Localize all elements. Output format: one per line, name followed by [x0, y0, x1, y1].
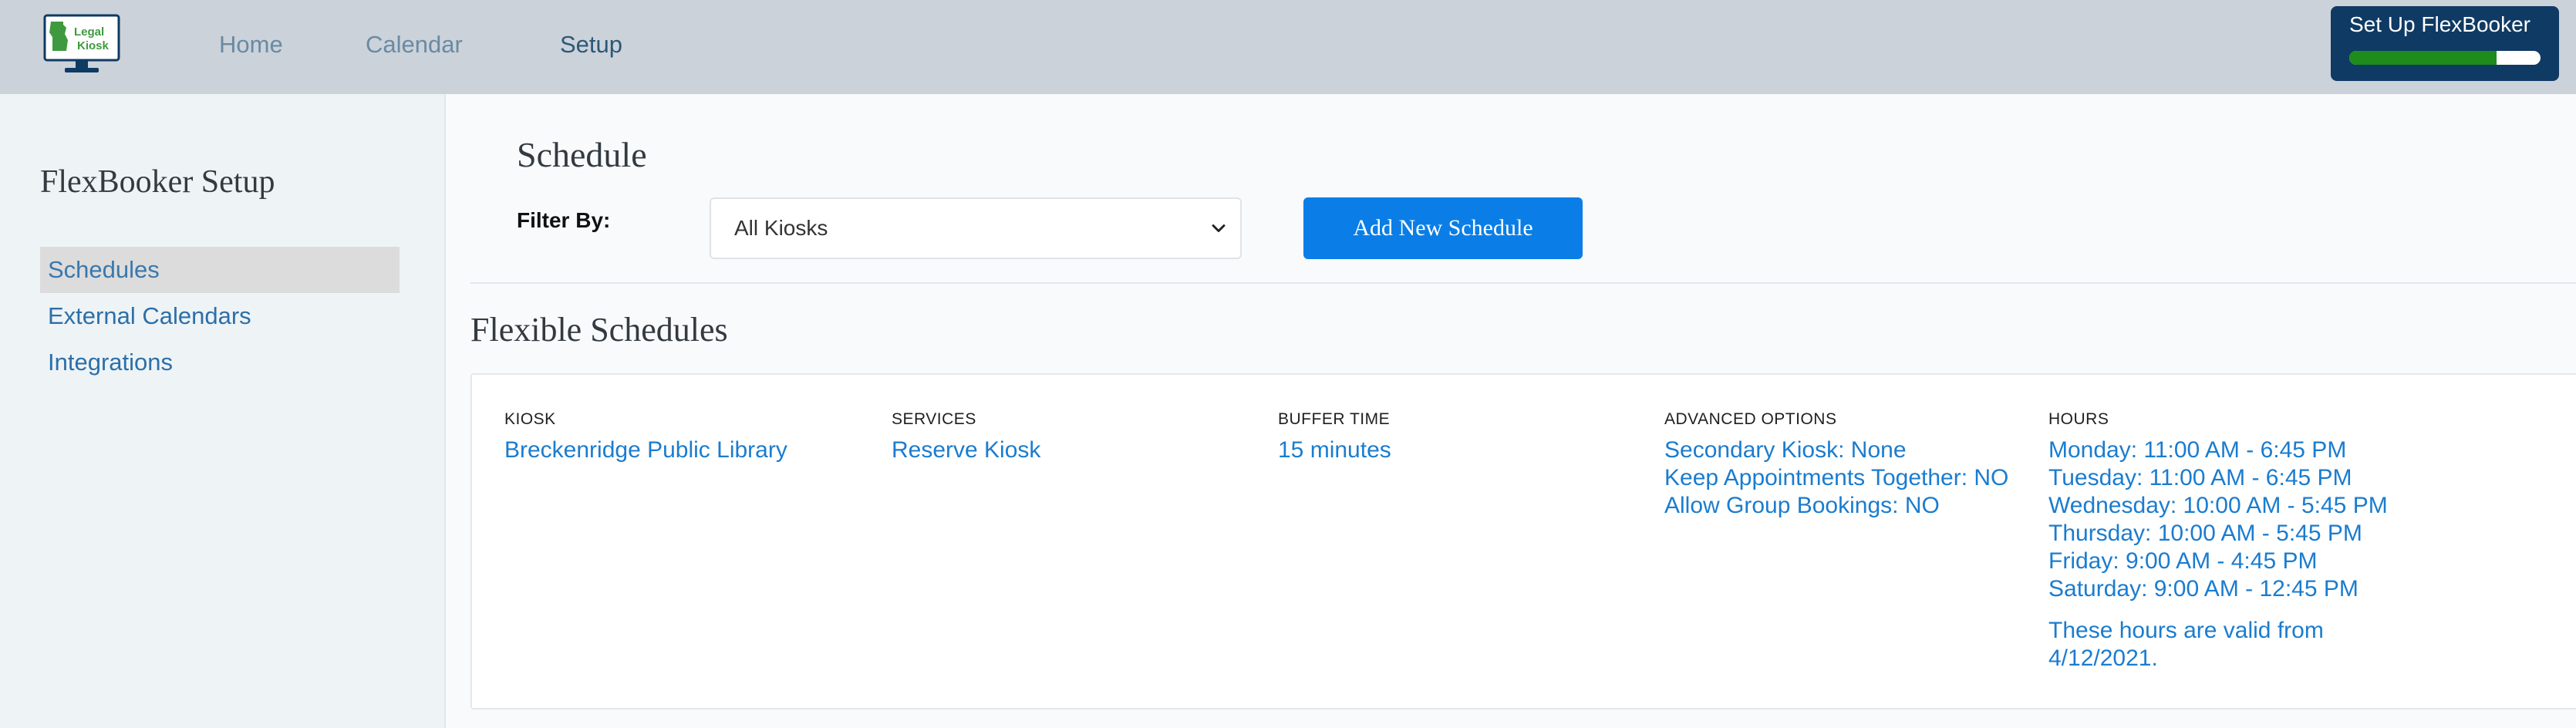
- hours-wednesday[interactable]: Wednesday: 10:00 AM - 5:45 PM: [2048, 492, 2388, 520]
- logo-text-kiosk: Kiosk: [77, 39, 110, 52]
- services-header: SERVICES: [892, 410, 976, 428]
- sidebar-item-integrations[interactable]: Integrations: [40, 339, 400, 386]
- kiosk-filter-select[interactable]: All Kiosks: [710, 197, 1242, 259]
- hours-valid-note-line-1: These hours are valid from: [2048, 618, 2324, 643]
- kiosk-column: KIOSK Breckenridge Public Library: [504, 410, 787, 464]
- buffer-time-column: BUFFER TIME 15 minutes: [1278, 410, 1391, 464]
- buffer-time-header: BUFFER TIME: [1278, 410, 1391, 428]
- kiosk-filter-value: All Kiosks: [734, 216, 828, 240]
- keep-appointments-option[interactable]: Keep Appointments Together: NO: [1664, 464, 2008, 492]
- setup-progress-bar: [2349, 51, 2541, 65]
- chevron-down-icon: [1212, 224, 1226, 232]
- sidebar-item-schedules[interactable]: Schedules: [40, 247, 400, 293]
- hours-monday[interactable]: Monday: 11:00 AM - 6:45 PM: [2048, 436, 2388, 464]
- hours-valid-note-line-2: 4/12/2021.: [2048, 645, 2158, 671]
- filter-label: Filter By:: [517, 208, 611, 232]
- monitor-logo-icon: Legal Kiosk: [43, 14, 120, 72]
- hours-tuesday[interactable]: Tuesday: 11:00 AM - 6:45 PM: [2048, 464, 2388, 492]
- buffer-time-value[interactable]: 15 minutes: [1278, 436, 1391, 464]
- setup-flexbooker-title: Set Up FlexBooker: [2349, 12, 2530, 36]
- flexible-schedules-title: Flexible Schedules: [470, 311, 728, 349]
- schedule-card: KIOSK Breckenridge Public Library SERVIC…: [470, 373, 2576, 709]
- add-new-schedule-button[interactable]: Add New Schedule: [1303, 197, 1583, 259]
- main-content: Schedule Filter By: All Kiosks Add New S…: [447, 94, 2576, 728]
- setup-progress-fill: [2349, 51, 2497, 65]
- nav-calendar[interactable]: Calendar: [366, 31, 463, 59]
- legal-kiosk-logo[interactable]: Legal Kiosk: [43, 14, 120, 74]
- group-bookings-option[interactable]: Allow Group Bookings: NO: [1664, 492, 2008, 520]
- sidebar: FlexBooker Setup Schedules External Cale…: [0, 94, 446, 728]
- hours-friday[interactable]: Friday: 9:00 AM - 4:45 PM: [2048, 548, 2388, 575]
- logo-text-legal: Legal: [74, 25, 104, 39]
- hours-header: HOURS: [2048, 410, 2109, 428]
- hours-thursday[interactable]: Thursday: 10:00 AM - 5:45 PM: [2048, 520, 2388, 548]
- nav-setup[interactable]: Setup: [560, 31, 622, 59]
- hours-saturday[interactable]: Saturday: 9:00 AM - 12:45 PM: [2048, 575, 2388, 603]
- sidebar-item-external-calendars[interactable]: External Calendars: [40, 293, 400, 339]
- secondary-kiosk-option[interactable]: Secondary Kiosk: None: [1664, 436, 2008, 464]
- section-divider: [470, 282, 2576, 284]
- advanced-options-header: ADVANCED OPTIONS: [1664, 410, 1837, 428]
- setup-flexbooker-widget[interactable]: Set Up FlexBooker: [2331, 6, 2559, 81]
- hours-valid-note[interactable]: These hours are valid from 4/12/2021.: [2048, 617, 2388, 672]
- hours-column: HOURS Monday: 11:00 AM - 6:45 PM Tuesday…: [2048, 410, 2388, 672]
- sidebar-title: FlexBooker Setup: [40, 164, 275, 200]
- kiosk-value[interactable]: Breckenridge Public Library: [504, 436, 787, 464]
- services-value[interactable]: Reserve Kiosk: [892, 436, 1040, 464]
- services-column: SERVICES Reserve Kiosk: [892, 410, 1040, 464]
- kiosk-header: KIOSK: [504, 410, 556, 428]
- nav-home[interactable]: Home: [219, 31, 283, 59]
- advanced-options-column: ADVANCED OPTIONS Secondary Kiosk: None K…: [1664, 410, 2008, 520]
- top-navigation-bar: Legal Kiosk Home Calendar Setup Set Up F…: [0, 0, 2576, 94]
- schedule-title: Schedule: [517, 135, 647, 174]
